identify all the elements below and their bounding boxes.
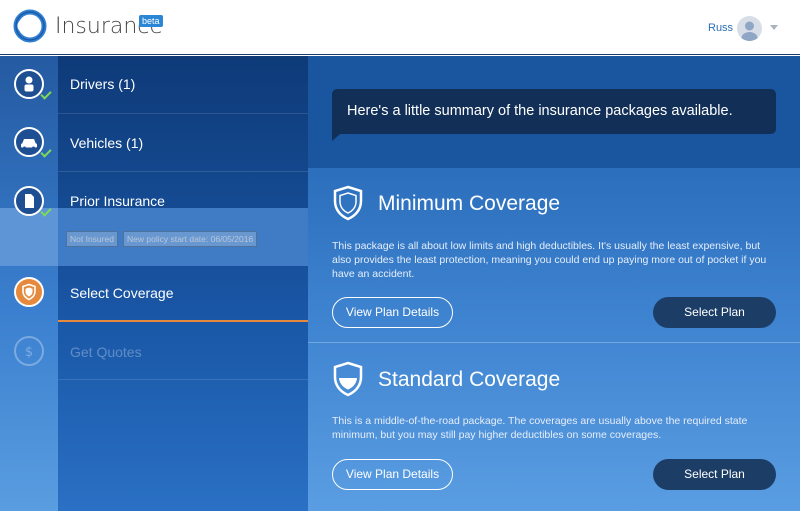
sidebar-item-label: Drivers (1) (70, 76, 136, 92)
svg-text:$: $ (25, 345, 33, 360)
card-title: Minimum Coverage (378, 192, 561, 215)
chevron-down-icon[interactable] (770, 25, 778, 30)
sidebar-item-get-quotes: $ Get Quotes (0, 322, 308, 380)
card-title: Standard Coverage (378, 368, 561, 391)
select-plan-button[interactable]: Select Plan (653, 459, 776, 490)
sidebar-item-select-coverage[interactable]: Select Coverage (0, 264, 308, 322)
sidebar-item-prior-insurance[interactable]: Prior Insurance (0, 172, 308, 266)
summary-bubble: Here's a little summary of the insurance… (332, 89, 776, 134)
shield-icon (14, 277, 44, 307)
sidebar-item-label: Get Quotes (70, 344, 142, 360)
card-description: This package is all about low limits and… (332, 240, 767, 280)
bubble-tail (332, 129, 346, 141)
status-badge: Not Insured (66, 231, 118, 247)
sidebar-item-vehicles[interactable]: Vehicles (1) (0, 114, 308, 172)
select-plan-button[interactable]: Select Plan (653, 297, 776, 328)
coverage-card-minimum: Minimum Coverage This package is all abo… (308, 168, 800, 343)
avatar[interactable] (737, 16, 762, 41)
app-header: Insurance beta Russ (0, 0, 800, 55)
user-avatar-icon (741, 21, 758, 41)
beta-badge: beta (139, 15, 163, 27)
user-name[interactable]: Russ (708, 22, 733, 34)
shield-icon (333, 185, 363, 221)
status-badge: New policy start date: 06/05/2016 (123, 231, 258, 247)
logo-icon (13, 9, 47, 43)
sidebar-item-drivers[interactable]: Drivers (1) (0, 56, 308, 114)
card-description: This is a middle-of-the-road package. Th… (332, 415, 748, 441)
main-content: Here's a little summary of the insurance… (308, 56, 800, 511)
sidebar-item-label: Vehicles (1) (70, 135, 144, 151)
view-plan-details-button[interactable]: View Plan Details (332, 297, 453, 328)
divider (58, 379, 308, 380)
coverage-card-standard: Standard Coverage This is a middle-of-th… (308, 343, 800, 511)
summary-banner: Here's a little summary of the insurance… (308, 56, 800, 168)
sidebar-item-label: Prior Insurance (70, 193, 165, 209)
shield-icon (333, 361, 363, 397)
view-plan-details-button[interactable]: View Plan Details (332, 459, 453, 490)
sidebar-item-label: Select Coverage (70, 285, 174, 301)
dollar-icon: $ (14, 336, 44, 366)
